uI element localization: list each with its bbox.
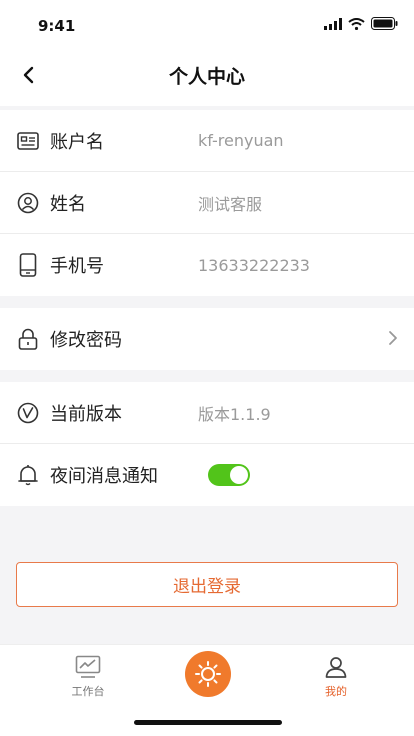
wifi-icon: [348, 17, 365, 30]
row-account: 账户名 kf-renyuan: [0, 110, 414, 172]
nav-bar: 个人中心: [0, 44, 414, 106]
sun-icon: [195, 661, 221, 687]
user-circle-icon: [16, 191, 40, 215]
profile-group: 账户名 kf-renyuan 姓名 测试客服 手机号 13633222233: [0, 110, 414, 296]
user-icon: [325, 657, 347, 678]
version-label: 当前版本: [50, 403, 122, 425]
section-divider: [0, 296, 414, 308]
battery-icon: [371, 17, 398, 30]
logout-section: 退出登录: [0, 506, 414, 607]
row-night-notify: 夜间消息通知: [0, 444, 414, 506]
phone-icon: [16, 253, 40, 277]
status-bar: 9:41: [0, 0, 414, 44]
security-group: 修改密码: [0, 308, 414, 370]
bell-icon: [16, 463, 40, 487]
signal-icon: [324, 17, 342, 30]
back-button[interactable]: [10, 57, 46, 93]
chart-monitor-icon: [75, 655, 101, 678]
status-icons: [324, 17, 398, 30]
id-card-icon: [16, 129, 40, 153]
chevron-left-icon: [23, 66, 34, 84]
tab-workbench-label: 工作台: [71, 685, 105, 698]
row-phone: 手机号 13633222233: [0, 234, 414, 296]
section-divider: [0, 370, 414, 382]
center-action-button[interactable]: [185, 651, 231, 697]
toggle-knob: [230, 466, 248, 484]
phone-label: 手机号: [50, 256, 104, 277]
account-label: 账户名: [50, 131, 104, 153]
page-title: 个人中心: [168, 65, 245, 88]
name-label: 姓名: [50, 193, 86, 215]
tab-mine[interactable]: 我的: [296, 655, 376, 699]
row-name: 姓名 测试客服: [0, 172, 414, 234]
logout-button[interactable]: 退出登录: [16, 562, 398, 607]
status-time: 9:41: [38, 17, 76, 35]
change-password-label: 修改密码: [50, 330, 122, 351]
night-notify-toggle[interactable]: [208, 464, 250, 486]
lock-icon: [16, 327, 40, 351]
account-value: kf-renyuan: [198, 131, 284, 150]
night-notify-label: 夜间消息通知: [50, 466, 158, 487]
tab-workbench[interactable]: 工作台: [48, 655, 128, 699]
version-value: 版本1.1.9: [198, 404, 271, 424]
row-change-password[interactable]: 修改密码: [0, 308, 414, 370]
row-version: 当前版本 版本1.1.9: [0, 382, 414, 444]
phone-value: 13633222233: [198, 255, 310, 275]
tab-mine-label: 我的: [325, 685, 347, 698]
home-indicator: [134, 720, 282, 725]
chevron-right-icon: [389, 331, 397, 345]
version-icon: [16, 401, 40, 425]
name-value: 测试客服: [198, 194, 263, 214]
settings-group: 当前版本 版本1.1.9 夜间消息通知: [0, 382, 414, 506]
